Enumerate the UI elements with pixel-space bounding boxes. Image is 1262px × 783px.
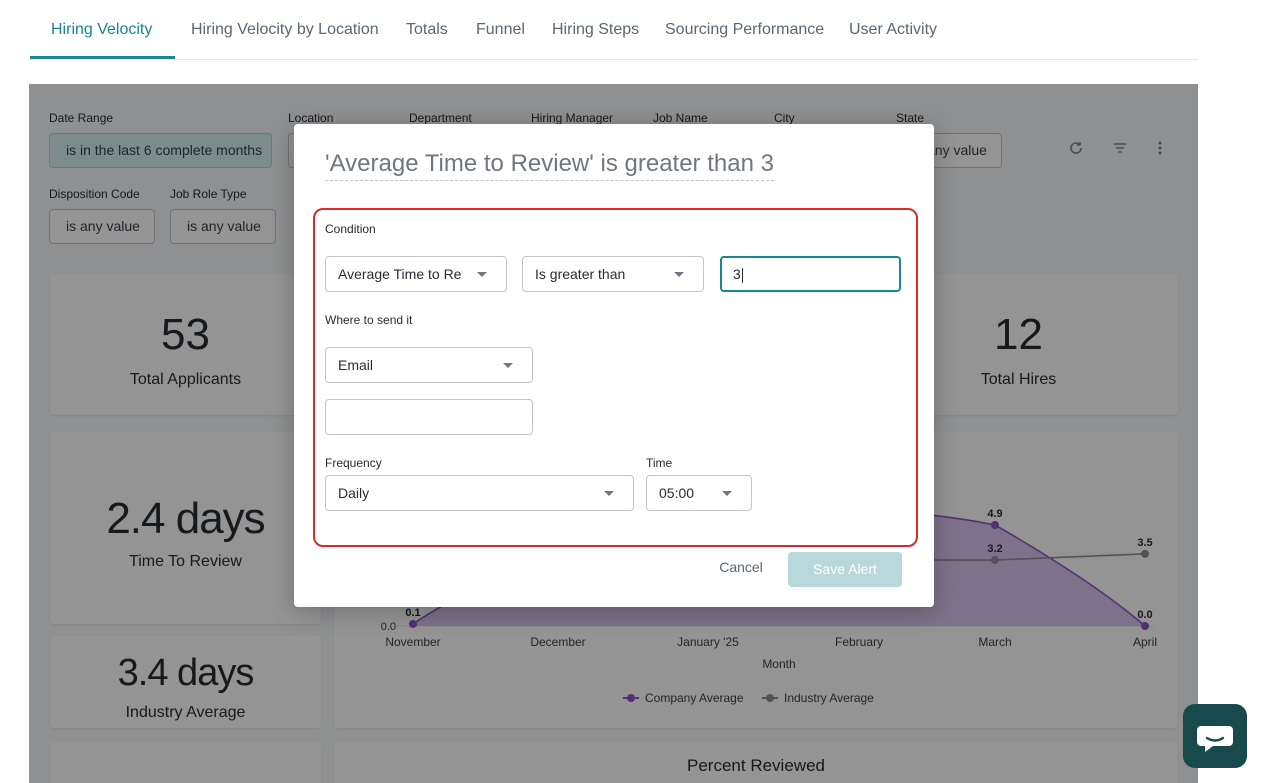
chat-button[interactable] [1183, 704, 1247, 768]
tab-hiring-velocity[interactable]: Hiring Velocity [51, 21, 152, 39]
tab-user-activity[interactable]: User Activity [849, 21, 937, 39]
chat-bubble-icon [1197, 726, 1233, 752]
chevron-down-icon [604, 491, 614, 496]
channel-select[interactable]: Email [325, 347, 533, 383]
condition-label: Condition [325, 222, 376, 236]
frequency-label: Frequency [325, 456, 382, 470]
chevron-down-icon [477, 272, 487, 277]
time-select[interactable]: 05:00 [646, 475, 752, 511]
tab-sourcing-performance[interactable]: Sourcing Performance [665, 21, 824, 39]
text-cursor [741, 267, 743, 283]
active-tab-indicator [30, 56, 175, 59]
chevron-down-icon [722, 491, 732, 496]
chevron-down-icon [503, 363, 513, 368]
chevron-down-icon [674, 272, 684, 277]
modal-title[interactable]: 'Average Time to Review' is greater than… [325, 150, 774, 181]
cancel-button[interactable]: Cancel [708, 559, 774, 579]
condition-threshold-input[interactable]: 3 [720, 256, 901, 292]
where-to-send-label: Where to send it [325, 313, 413, 327]
tab-hiring-steps[interactable]: Hiring Steps [552, 21, 639, 39]
alert-modal: 'Average Time to Review' is greater than… [294, 124, 934, 607]
recipient-input[interactable] [325, 399, 533, 435]
time-label: Time [646, 456, 673, 470]
tab-hiring-velocity-by-location[interactable]: Hiring Velocity by Location [191, 21, 379, 39]
save-alert-button[interactable]: Save Alert [788, 552, 902, 587]
tab-bar: Hiring Velocity Hiring Velocity by Locat… [30, 0, 1198, 60]
frequency-select[interactable]: Daily [325, 475, 634, 511]
condition-operator-select[interactable]: Is greater than [522, 256, 704, 292]
condition-field-select[interactable]: Average Time to Review [325, 256, 507, 292]
tab-totals[interactable]: Totals [406, 21, 448, 39]
tab-funnel[interactable]: Funnel [476, 21, 525, 39]
